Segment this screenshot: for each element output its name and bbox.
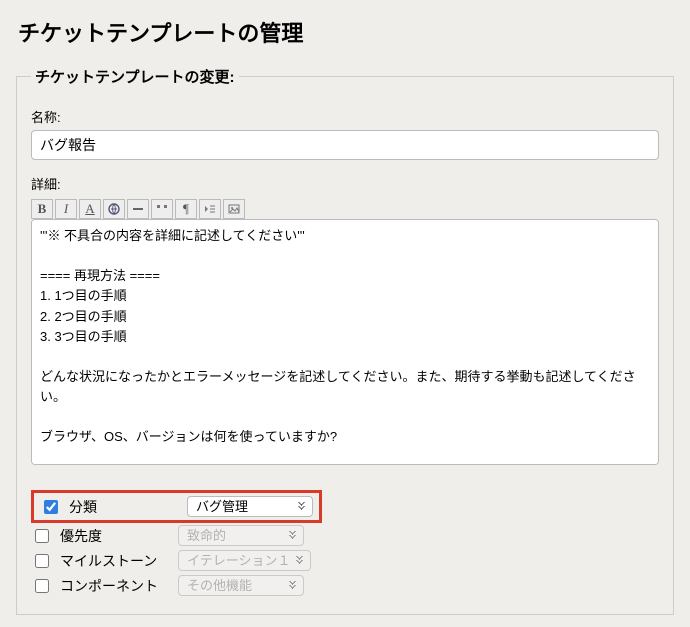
quote-icon[interactable] (151, 199, 173, 219)
indent-icon[interactable] (199, 199, 221, 219)
detail-field: 詳細: B I A ¶ (31, 174, 659, 468)
name-input[interactable] (31, 130, 659, 160)
name-field: 名称: (31, 107, 659, 160)
detail-textarea[interactable] (31, 219, 659, 465)
image-icon[interactable] (223, 199, 245, 219)
component-label: コンポーネント (60, 576, 170, 596)
category-select[interactable]: バグ管理 (187, 496, 313, 517)
category-checkbox[interactable] (44, 500, 58, 514)
template-edit-fieldset: チケットテンプレートの変更: 名称: 詳細: B I A ¶ (16, 66, 674, 615)
option-row-category: 分類 バグ管理 (40, 496, 313, 517)
link-icon[interactable] (103, 199, 125, 219)
bold-icon[interactable]: B (31, 199, 53, 219)
field-options: 分類 バグ管理 優先度 致命的 マイルストーン イテレーション１ コンポーネント (31, 490, 659, 598)
priority-label: 優先度 (60, 526, 170, 546)
option-row-component: コンポーネント その他機能 (31, 573, 659, 598)
priority-select[interactable]: 致命的 (178, 525, 304, 546)
name-label: 名称: (31, 107, 659, 126)
italic-icon[interactable]: I (55, 199, 77, 219)
component-checkbox[interactable] (35, 579, 49, 593)
milestone-checkbox[interactable] (35, 554, 49, 568)
detail-label: 詳細: (31, 174, 659, 193)
editor-toolbar: B I A ¶ (31, 197, 659, 219)
page-title: チケットテンプレートの管理 (18, 16, 676, 48)
hr-icon[interactable] (127, 199, 149, 219)
milestone-select[interactable]: イテレーション１ (178, 550, 311, 571)
paragraph-icon[interactable]: ¶ (175, 199, 197, 219)
option-row-priority: 優先度 致命的 (31, 523, 659, 548)
component-select[interactable]: その他機能 (178, 575, 304, 596)
option-row-milestone: マイルストーン イテレーション１ (31, 548, 659, 573)
highlight-annotation: 分類 バグ管理 (31, 490, 322, 523)
category-label: 分類 (69, 497, 179, 517)
underline-icon[interactable]: A (79, 199, 101, 219)
milestone-label: マイルストーン (60, 551, 170, 571)
priority-checkbox[interactable] (35, 529, 49, 543)
fieldset-legend: チケットテンプレートの変更: (31, 66, 239, 87)
